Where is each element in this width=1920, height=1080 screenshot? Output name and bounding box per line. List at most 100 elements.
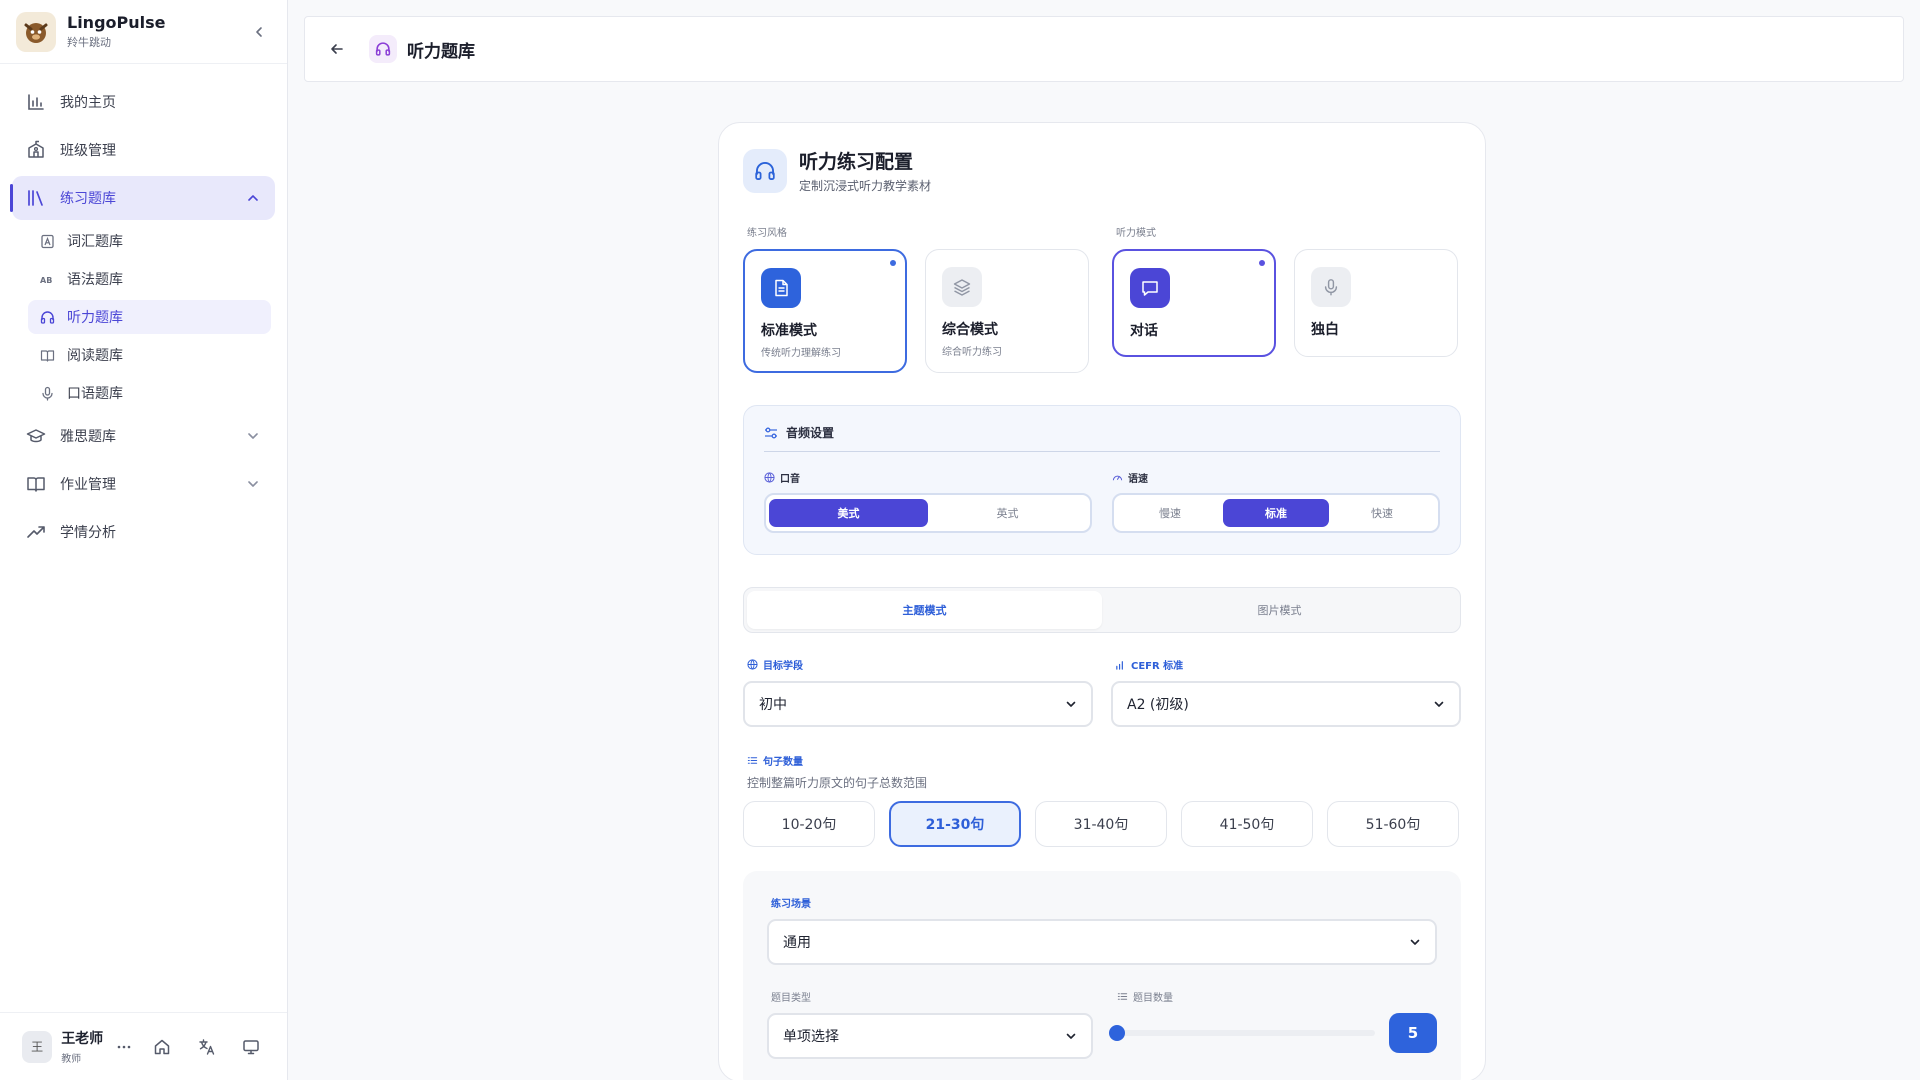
sentence-count-group: 句子数量 控制整篇听力原文的句子总数范围 10-20句 21-30句 31-40… xyxy=(743,753,1461,847)
sidebar-item-label: 我的主页 xyxy=(60,95,116,111)
accent-option-us[interactable]: 美式 xyxy=(769,499,928,527)
sidebar-item-ielts[interactable]: 雅思题库 xyxy=(12,414,275,458)
practice-scene-label: 练习场景 xyxy=(771,899,811,910)
select-value: 单项选择 xyxy=(783,1029,839,1045)
scene-settings: 练习场景 通用 题目类型 单项选择 题目数量 5 xyxy=(743,871,1461,1080)
chevron-down-icon xyxy=(1409,936,1421,948)
sentence-option[interactable]: 10-20句 xyxy=(743,801,875,847)
chat-bubble-icon xyxy=(1130,268,1170,308)
sentence-option[interactable]: 31-40句 xyxy=(1035,801,1167,847)
graduation-cap-icon xyxy=(26,426,46,446)
sidebar-subitem-label: 听力题库 xyxy=(67,310,123,326)
monologue-mode-card[interactable]: 独白 xyxy=(1294,249,1458,357)
audio-settings: 音频设置 口音 美式 英式 语速 慢速 标准 快速 xyxy=(743,405,1461,555)
tab-image-mode[interactable]: 图片模式 xyxy=(1102,591,1457,629)
letter-a-icon xyxy=(40,234,55,249)
target-stage-select[interactable]: 初中 xyxy=(743,681,1093,727)
globe-icon xyxy=(747,659,758,670)
speed-selector: 慢速 标准 快速 xyxy=(1112,493,1440,533)
speed-option-slow[interactable]: 慢速 xyxy=(1117,499,1223,527)
sidebar-subitem-listening[interactable]: 听力题库 xyxy=(28,300,271,334)
sidebar-item-label: 班级管理 xyxy=(60,143,116,159)
sentence-count-description: 控制整篇听力原文的句子总数范围 xyxy=(747,776,928,790)
sidebar-item-home[interactable]: 我的主页 xyxy=(12,80,275,124)
question-count-slider[interactable] xyxy=(1109,1025,1375,1041)
bar-chart-icon xyxy=(26,92,46,112)
arrow-left-icon xyxy=(331,44,343,54)
more-options-button[interactable] xyxy=(116,1039,132,1055)
sentence-option[interactable]: 51-60句 xyxy=(1327,801,1459,847)
sidebar-item-homework[interactable]: 作业管理 xyxy=(12,462,275,506)
chevron-left-icon xyxy=(256,26,262,37)
practice-scene-select[interactable]: 通用 xyxy=(767,919,1437,965)
content-mode-tabs: 主题模式 图片模式 xyxy=(743,587,1461,633)
book-open-icon xyxy=(40,348,55,363)
select-value: 通用 xyxy=(783,935,811,951)
sidebar-item-analytics[interactable]: 学情分析 xyxy=(12,510,275,554)
microphone-icon xyxy=(1311,267,1351,307)
sidebar-subitem-grammar[interactable]: AB 语法题库 xyxy=(28,262,271,296)
question-type-label: 题目类型 xyxy=(771,993,811,1004)
list-icon xyxy=(747,755,758,766)
chevron-down-icon xyxy=(1065,1030,1077,1042)
library-icon xyxy=(26,188,46,208)
sidebar-subitem-label: 阅读题库 xyxy=(67,348,123,364)
display-button[interactable] xyxy=(237,1032,265,1062)
sidebar-item-label: 学情分析 xyxy=(60,525,116,541)
sentence-option-selected[interactable]: 21-30句 xyxy=(889,801,1021,847)
sidebar-nav: 我的主页 班级管理 练习题库 词汇题库 AB 语法题库 听力题库 阅读题库 口语… xyxy=(0,64,287,554)
sidebar-item-practice-bank[interactable]: 练习题库 xyxy=(10,176,275,220)
language-button[interactable] xyxy=(192,1032,220,1062)
slider-handle[interactable] xyxy=(1109,1025,1125,1041)
chevron-down-icon xyxy=(1065,698,1077,710)
book-icon xyxy=(26,474,46,494)
user-bar: 王 王老师 教师 xyxy=(0,1012,287,1080)
practice-style-group: 练习风格 标准模式 传统听力理解练习 综合模式 综合听力练习 xyxy=(743,224,1092,373)
audio-settings-title: 音频设置 xyxy=(786,426,835,440)
collapse-sidebar-button[interactable] xyxy=(247,20,271,44)
monitor-icon xyxy=(243,1039,259,1054)
listening-mode-group: 听力模式 对话 独白 xyxy=(1112,224,1461,373)
speed-option-normal[interactable]: 标准 xyxy=(1223,499,1329,527)
tab-topic-mode[interactable]: 主题模式 xyxy=(747,591,1102,629)
listening-mode-label: 听力模式 xyxy=(1116,228,1156,239)
dialogue-mode-card[interactable]: 对话 xyxy=(1112,249,1276,357)
sidebar-subitem-reading[interactable]: 阅读题库 xyxy=(28,338,271,372)
mode-subtitle: 传统听力理解练习 xyxy=(761,348,841,359)
selected-dot xyxy=(890,260,896,266)
sentence-option[interactable]: 41-50句 xyxy=(1181,801,1313,847)
cefr-label: CEFR 标准 xyxy=(1131,661,1184,672)
cefr-select[interactable]: A2 (初级) xyxy=(1111,681,1461,727)
user-name: 王老师 xyxy=(61,1031,104,1047)
question-type-select[interactable]: 单项选择 xyxy=(767,1013,1093,1059)
list-icon xyxy=(1117,991,1128,1002)
target-stage-label: 目标学段 xyxy=(763,661,803,672)
sidebar-item-classes[interactable]: 班级管理 xyxy=(12,128,275,172)
microphone-icon xyxy=(40,386,55,401)
sidebar-subitem-speaking[interactable]: 口语题库 xyxy=(28,376,271,410)
select-value: 初中 xyxy=(759,697,787,713)
ellipsis-icon xyxy=(117,1045,131,1048)
sidebar-subitem-label: 语法题库 xyxy=(67,272,123,288)
headphones-icon xyxy=(369,35,397,63)
sidebar-item-label: 雅思题库 xyxy=(60,429,116,445)
avatar[interactable]: 王 xyxy=(22,1030,53,1063)
accent-option-uk[interactable]: 英式 xyxy=(928,499,1087,527)
select-value: A2 (初级) xyxy=(1127,697,1189,713)
text-ab-icon: AB xyxy=(40,272,55,287)
back-button[interactable] xyxy=(325,37,349,61)
speed-option-fast[interactable]: 快速 xyxy=(1329,499,1435,527)
trending-up-icon xyxy=(26,522,46,542)
standard-mode-card[interactable]: 标准模式 传统听力理解练习 xyxy=(743,249,907,373)
sidebar-subitem-vocabulary[interactable]: 词汇题库 xyxy=(28,224,271,258)
sentence-count-label: 句子数量 xyxy=(763,757,803,768)
home-button[interactable] xyxy=(148,1032,176,1062)
comprehensive-mode-card[interactable]: 综合模式 综合听力练习 xyxy=(925,249,1089,373)
mode-subtitle: 综合听力练习 xyxy=(942,347,1002,358)
chevron-down-icon xyxy=(245,476,261,492)
sidebar-subitem-label: 词汇题库 xyxy=(67,234,123,250)
translate-icon xyxy=(198,1038,214,1055)
headphones-icon xyxy=(40,310,55,325)
question-count-value: 5 xyxy=(1389,1013,1437,1053)
sliders-icon xyxy=(764,426,778,440)
